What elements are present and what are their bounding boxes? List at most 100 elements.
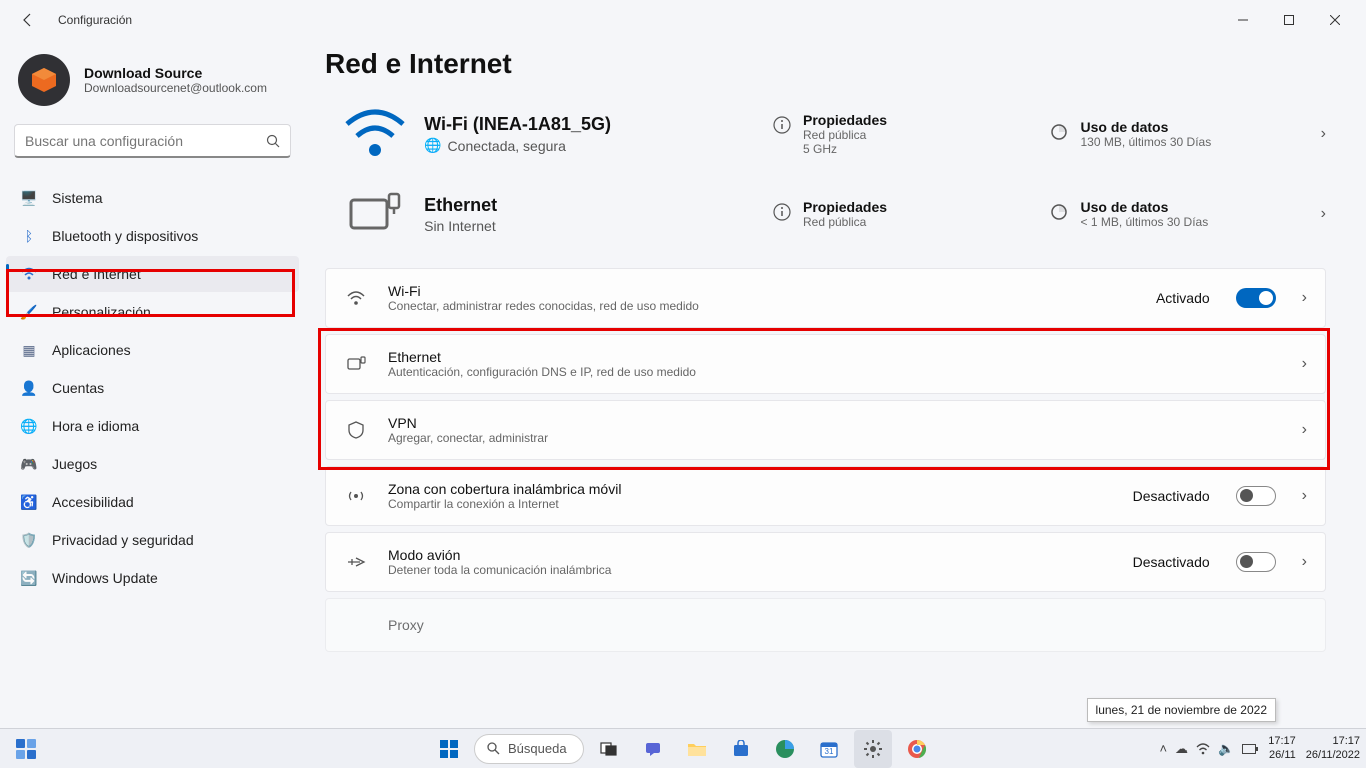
sidebar-item-label: Windows Update [52,570,158,586]
sidebar-item-label: Hora e idioma [52,418,139,434]
window-title: Configuración [58,13,132,27]
brush-icon: 🖌️ [20,303,38,321]
settings-cards: Wi-Fi Conectar, administrar redes conoci… [325,268,1326,652]
sidebar-item-sistema[interactable]: 🖥️Sistema [6,180,299,216]
data-usage-icon [1048,121,1070,143]
chevron-right-icon: › [1321,125,1326,143]
sidebar-item-label: Aplicaciones [52,342,131,358]
ethernet-big-icon [325,192,424,236]
sidebar-item-juegos[interactable]: 🎮 Juegos [6,446,299,482]
update-icon: 🔄 [20,569,38,587]
widgets-button[interactable] [8,731,44,767]
bluetooth-icon: ᛒ [20,227,38,245]
sidebar: Download Source Downloadsourcenet@outloo… [0,40,305,728]
file-explorer-button[interactable] [678,730,716,768]
card-vpn[interactable]: VPN Agregar, conectar, administrar › [325,400,1326,460]
chevron-right-icon: › [1321,205,1326,223]
sidebar-item-label: Juegos [52,456,97,472]
card-wifi[interactable]: Wi-Fi Conectar, administrar redes conoci… [325,268,1326,328]
wifi-tray-icon[interactable] [1196,742,1210,756]
card-title: Proxy [388,617,1307,633]
tray-clock[interactable]: 17:17 26/11 [1268,735,1296,761]
store-button[interactable] [722,730,760,768]
window-controls [1220,0,1358,40]
tray-icons[interactable]: ˄ ☁ 🔈 [1159,741,1258,757]
card-hotspot[interactable]: Zona con cobertura inalámbrica móvil Com… [325,466,1326,526]
accessibility-icon: ♿ [20,493,38,511]
sidebar-item-personalizacion[interactable]: 🖌️Personalización [6,294,299,330]
edge-button[interactable] [766,730,804,768]
card-title: Zona con cobertura inalámbrica móvil [388,481,1113,497]
globe-icon: 🌐 [424,137,441,154]
chevron-right-icon: › [1302,421,1307,439]
taskbar-search[interactable]: Búsqueda [474,734,584,764]
main: Red e Internet Wi-Fi (INEA-1A81_5G) 🌐Con… [305,40,1366,728]
apps-icon: ▦ [20,341,38,359]
wifi-icon [20,265,38,283]
sidebar-item-windows-update[interactable]: 🔄 Windows Update [6,560,299,596]
sidebar-item-bluetooth[interactable]: ᛒ Bluetooth y dispositivos [6,218,299,254]
airplane-toggle[interactable] [1236,552,1276,572]
onedrive-icon[interactable]: ☁ [1175,741,1188,757]
calendar-button[interactable]: 31 [810,730,848,768]
ethernet-data-usage-link[interactable]: Uso de datos < 1 MB, últimos 30 Días › [1048,199,1326,229]
chevron-right-icon: › [1302,553,1307,571]
search-icon [266,134,280,148]
sidebar-item-aplicaciones[interactable]: ▦ Aplicaciones [6,332,299,368]
svg-text:31: 31 [825,747,834,756]
user-block[interactable]: Download Source Downloadsourcenet@outloo… [0,50,305,118]
wifi-heading: Wi-Fi (INEA-1A81_5G) [424,114,771,135]
card-title: Ethernet [388,349,1282,365]
wifi-properties-link[interactable]: Propiedades Red pública 5 GHz [771,112,1049,156]
tray-date[interactable]: 17:17 26/11/2022 [1306,735,1360,761]
info-icon [771,114,793,136]
vpn-shield-icon [344,418,368,442]
volume-icon[interactable]: 🔈 [1218,741,1234,757]
back-button[interactable] [8,0,48,40]
settings-button[interactable] [854,730,892,768]
wifi-status-row: Wi-Fi (INEA-1A81_5G) 🌐Conectada, segura … [325,98,1326,178]
monitor-icon: 🖥️ [20,189,38,207]
search-input[interactable] [25,133,266,149]
battery-icon[interactable] [1242,744,1258,754]
nav: 🖥️Sistema ᛒ Bluetooth y dispositivos Red … [0,172,305,604]
sidebar-item-privacidad[interactable]: 🛡️Privacidad y seguridad [6,522,299,558]
chat-button[interactable] [634,730,672,768]
gamepad-icon: 🎮 [20,455,38,473]
sidebar-item-hora-e-idioma[interactable]: 🌐Hora e idioma [6,408,299,444]
wifi-big-icon [325,108,424,160]
card-title: Modo avión [388,547,1113,563]
maximize-button[interactable] [1266,0,1312,40]
card-airplane[interactable]: Modo avión Detener toda la comunicación … [325,532,1326,592]
airplane-icon [344,550,368,574]
ethernet-heading: Ethernet [424,195,771,216]
wifi-status-main: Wi-Fi (INEA-1A81_5G) 🌐Conectada, segura [424,114,771,154]
chevron-right-icon: › [1302,355,1307,373]
wifi-toggle[interactable] [1236,288,1276,308]
sidebar-item-label: Bluetooth y dispositivos [52,228,198,244]
shield-icon: 🛡️ [20,531,38,549]
hotspot-icon [344,484,368,508]
ethernet-icon [344,352,368,376]
chrome-button[interactable] [898,730,936,768]
ethernet-status-main: Ethernet Sin Internet [424,195,771,234]
wifi-data-usage-link[interactable]: Uso de datos 130 MB, últimos 30 Días › [1048,119,1326,149]
proxy-icon [344,613,368,637]
sidebar-item-red-e-internet[interactable]: Red e Internet [6,256,299,292]
task-view-button[interactable] [590,730,628,768]
card-sub: Conectar, administrar redes conocidas, r… [388,299,1136,313]
user-text: Download Source Downloadsourcenet@outloo… [84,65,267,95]
close-button[interactable] [1312,0,1358,40]
chevron-up-icon[interactable]: ˄ [1159,741,1167,756]
minimize-button[interactable] [1220,0,1266,40]
ethernet-properties-link[interactable]: Propiedades Red pública [771,199,1049,229]
sidebar-item-cuentas[interactable]: 👤Cuentas [6,370,299,406]
hotspot-toggle[interactable] [1236,486,1276,506]
card-ethernet[interactable]: Ethernet Autenticación, configuración DN… [325,334,1326,394]
search-input-wrap[interactable] [14,124,291,158]
card-sub: Detener toda la comunicación inalámbrica [388,563,1113,577]
sidebar-item-accesibilidad[interactable]: ♿Accesibilidad [6,484,299,520]
start-button[interactable] [430,730,468,768]
card-sub: Autenticación, configuración DNS e IP, r… [388,365,1282,379]
card-proxy[interactable]: Proxy [325,598,1326,652]
